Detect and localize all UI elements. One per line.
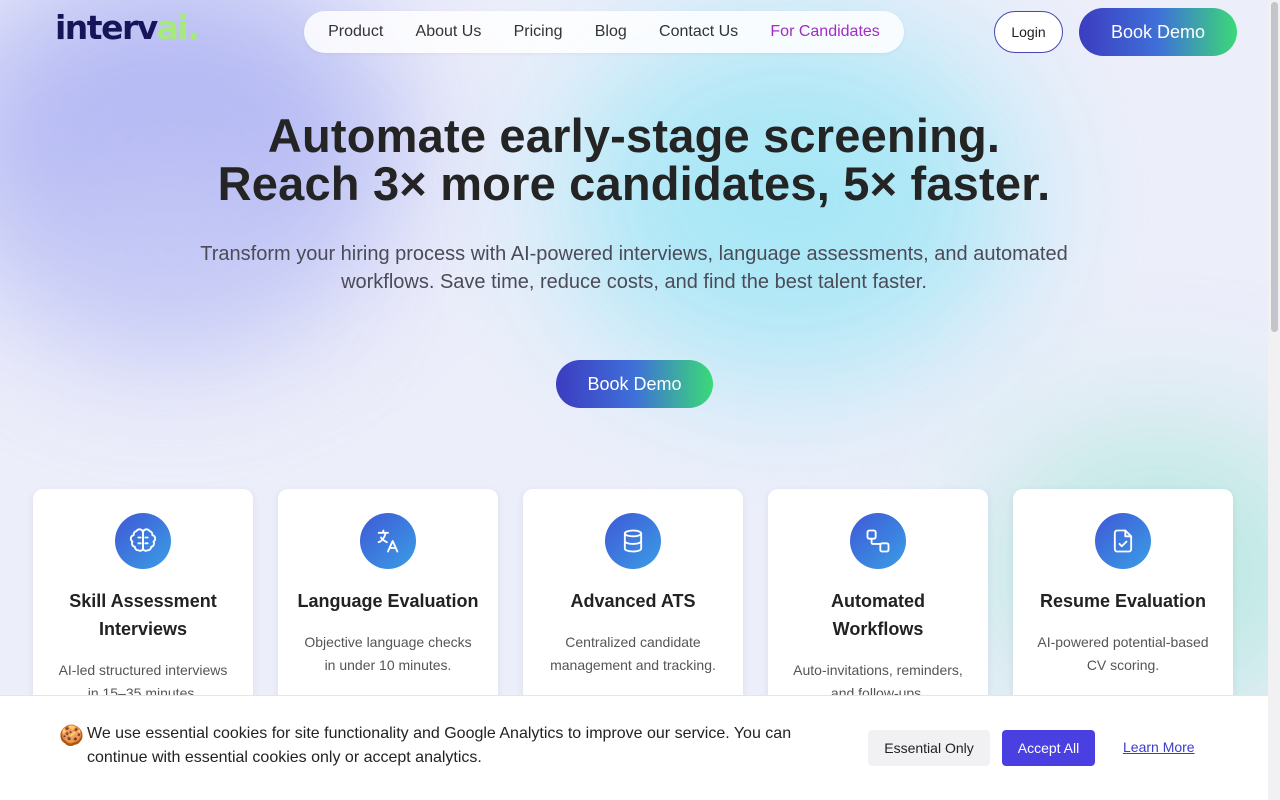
database-icon [605,513,661,569]
nav-item-for-candidates[interactable]: For Candidates [770,23,879,41]
nav-item-blog[interactable]: Blog [595,23,627,41]
feature-description: AI-powered potential-based CV scoring. [1037,634,1209,673]
nav-item-product[interactable]: Product [328,23,383,41]
workflow-icon [850,513,906,569]
nav-item-contact-us[interactable]: Contact Us [659,23,738,41]
feature-card-language-evaluation[interactable]: Language Evaluation Objective language c… [278,489,498,729]
scrollbar-thumb[interactable] [1271,2,1278,332]
features-grid: Skill Assessment Interviews AI-led struc… [33,489,1233,729]
feature-card-skill-assessment[interactable]: Skill Assessment Interviews AI-led struc… [33,489,253,729]
feature-description: Centralized candidate management and tra… [550,634,716,673]
logo-text-main: interv [55,8,158,47]
cookie-message: We use essential cookies for site functi… [87,725,792,766]
feature-title: Automated Workflows [831,591,925,639]
brain-icon [115,513,171,569]
page-scrollbar[interactable] [1268,0,1280,800]
feature-title: Language Evaluation [297,591,479,611]
cookie-icon: 🍪 [59,725,84,747]
feature-title: Advanced ATS [570,591,696,611]
translate-icon [360,513,416,569]
feature-title: Resume Evaluation [1039,591,1207,611]
logo-text-accent: ai. [156,8,200,47]
document-check-icon [1095,513,1151,569]
feature-card-automated-workflows[interactable]: Automated Workflows Auto-invitations, re… [768,489,988,729]
feature-title: Skill Assessment Interviews [69,591,217,639]
learn-more-link[interactable]: Learn More [1123,739,1195,755]
hero-title-line-1: Automate early-stage screening. [267,109,1001,162]
feature-card-resume-evaluation[interactable]: Resume Evaluation AI-powered potential-b… [1013,489,1233,729]
site-header: intervai. Product About Us Pricing Blog … [0,0,1268,64]
hero-title: Automate early-stage screening. Reach 3×… [0,112,1268,208]
hero-subtitle: Transform your hiring process with AI-po… [200,243,1068,293]
feature-card-advanced-ats[interactable]: Advanced ATS Centralized candidate manag… [523,489,743,729]
hero-title-line-2: Reach 3× more candidates, 5× faster. [217,157,1051,210]
login-button[interactable]: Login [994,11,1063,53]
book-demo-hero-button[interactable]: Book Demo [556,360,713,408]
hero-section: Automate early-stage screening. Reach 3×… [0,112,1268,296]
essential-only-button[interactable]: Essential Only [868,730,990,766]
nav-item-pricing[interactable]: Pricing [514,23,563,41]
accept-all-button[interactable]: Accept All [1002,730,1095,766]
main-nav: Product About Us Pricing Blog Contact Us… [304,11,904,53]
brand-logo[interactable]: intervai. [55,8,200,48]
nav-item-about-us[interactable]: About Us [416,23,482,41]
book-demo-header-button[interactable]: Book Demo [1079,8,1237,56]
feature-description: Objective language checks in under 10 mi… [304,634,472,673]
